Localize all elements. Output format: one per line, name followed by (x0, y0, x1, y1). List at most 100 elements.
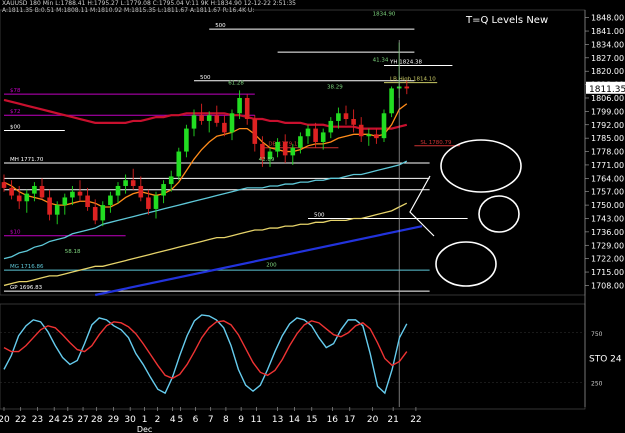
candle-body (244, 97, 250, 120)
candle-body (389, 88, 394, 114)
candle-body (206, 115, 212, 121)
candle-body (24, 193, 30, 202)
y-tick-label: 1757.00 (591, 188, 624, 197)
candle-body (320, 132, 326, 142)
stoch-line-stoch_cyan (3, 314, 408, 395)
candle-body (1, 182, 7, 188)
chart-annotation: 38.29 (327, 84, 343, 90)
y-tick-label: 1841.00 (591, 27, 624, 36)
chart-annotation: 42.89 (259, 157, 275, 163)
y-tick-label: 1715.00 (591, 268, 624, 277)
candle-body (39, 185, 45, 198)
candle-body (237, 97, 242, 114)
annotation-ellipse (435, 241, 497, 287)
candle-body (32, 185, 37, 194)
x-tick-label: 13 (272, 415, 283, 425)
x-tick-label: 14 (289, 415, 301, 425)
y-tick-label: 1785.00 (591, 134, 624, 143)
y-tick-label: 1750.00 (591, 201, 624, 210)
candle-body (123, 180, 128, 186)
x-tick-label: 28 (91, 415, 103, 425)
y-tick-label: 1743.00 (591, 214, 624, 223)
candle-body (222, 122, 227, 133)
chart-annotation: 41.34 (373, 58, 389, 64)
candle-body (77, 191, 83, 196)
y-tick-label: 1806.00 (591, 94, 624, 103)
candle-body (100, 205, 106, 221)
current-price-label: 1811.35 (589, 85, 625, 95)
level-label: MG 1716.86 (10, 264, 44, 270)
y-tick-label: 1764.00 (591, 174, 624, 183)
candle-body (366, 134, 372, 137)
x-tick-label: 21 (387, 415, 398, 425)
level-label: GP 1696.83 (10, 285, 43, 291)
candle-body (184, 128, 189, 152)
stoch-tick-label: 250 (591, 380, 603, 387)
y-tick-label: 1736.00 (591, 228, 624, 237)
blue-trendline (94, 225, 423, 297)
level-label: 500 (215, 23, 226, 29)
chart-annotation: 58.18 (65, 249, 81, 255)
stoch-tick-label: 750 (591, 331, 603, 338)
candle-body (343, 113, 349, 120)
level-label: 500 (314, 212, 325, 218)
candle-body (381, 113, 387, 139)
candle-body (275, 141, 280, 152)
y-tick-label: 1729.00 (591, 241, 624, 250)
candle-body (229, 113, 235, 133)
level-label: $10 (10, 230, 21, 236)
x-tick-label: 9 (238, 415, 244, 425)
candle-body (176, 151, 182, 177)
candle-body (358, 124, 364, 137)
candle-body (161, 184, 166, 196)
candle-body (47, 197, 52, 215)
y-tick-label: 1848.00 (591, 14, 624, 23)
y-tick-label: 1820.00 (591, 67, 624, 76)
level-label: YH 1824.38 (389, 59, 422, 65)
x-tick-label: 11 (251, 415, 262, 425)
x-tick-label: 15 (306, 415, 317, 425)
chart-window: XAUUSD 180 Min L:1788.41 H:1795.27 L:177… (0, 0, 625, 433)
x-tick-label: 22 (410, 415, 421, 425)
annotation-circle (478, 195, 520, 233)
y-tick-label: 1778.00 (591, 148, 624, 157)
y-tick-label: 1792.00 (591, 121, 624, 130)
candle-body (290, 147, 296, 156)
level-label: MH 1771.70 (10, 157, 44, 163)
x-tick-label: 5 (177, 415, 183, 425)
x-tick-label: 20 (367, 415, 379, 425)
level-label: $00 (10, 125, 21, 131)
candle-body (191, 115, 197, 129)
candle-body (146, 197, 151, 209)
y-tick-label: 1799.00 (591, 107, 624, 116)
chart-svg[interactable]: 1848.001841.001834.001827.001820.001813.… (0, 0, 625, 433)
candle-body (85, 195, 90, 208)
x-tick-label: 8 (223, 415, 229, 425)
x-tick-label: 4 (170, 415, 176, 425)
level-label: SL 1780.79 (420, 140, 452, 146)
candle-body (305, 128, 311, 137)
x-tick-label: 6 (193, 415, 199, 425)
candle-body (16, 195, 22, 202)
x-tick-label: 27 (77, 415, 88, 425)
x-tick-label: 1 (142, 415, 148, 425)
x-tick-label: 23 (32, 415, 43, 425)
x-tick-label: 22 (15, 415, 26, 425)
candle-body (404, 86, 410, 89)
x-tick-label: 24 (48, 415, 60, 425)
annotation-ellipse (440, 139, 522, 193)
candle-body (313, 128, 318, 142)
x-tick-label: 16 (327, 415, 339, 425)
stoch-title: STO 24 (589, 355, 622, 365)
x-tick-label: 2 (155, 415, 161, 425)
candle-body (62, 197, 68, 206)
candle-body (168, 176, 174, 185)
candle-body (282, 141, 288, 156)
level-label: $78 (10, 88, 21, 94)
candle-body (108, 195, 113, 206)
stoch-panel-frame (0, 303, 586, 410)
moving-average-ma_yellow (3, 202, 408, 287)
y-tick-label: 1834.00 (591, 40, 624, 49)
candle-body (298, 136, 303, 148)
candle-body (92, 207, 98, 221)
